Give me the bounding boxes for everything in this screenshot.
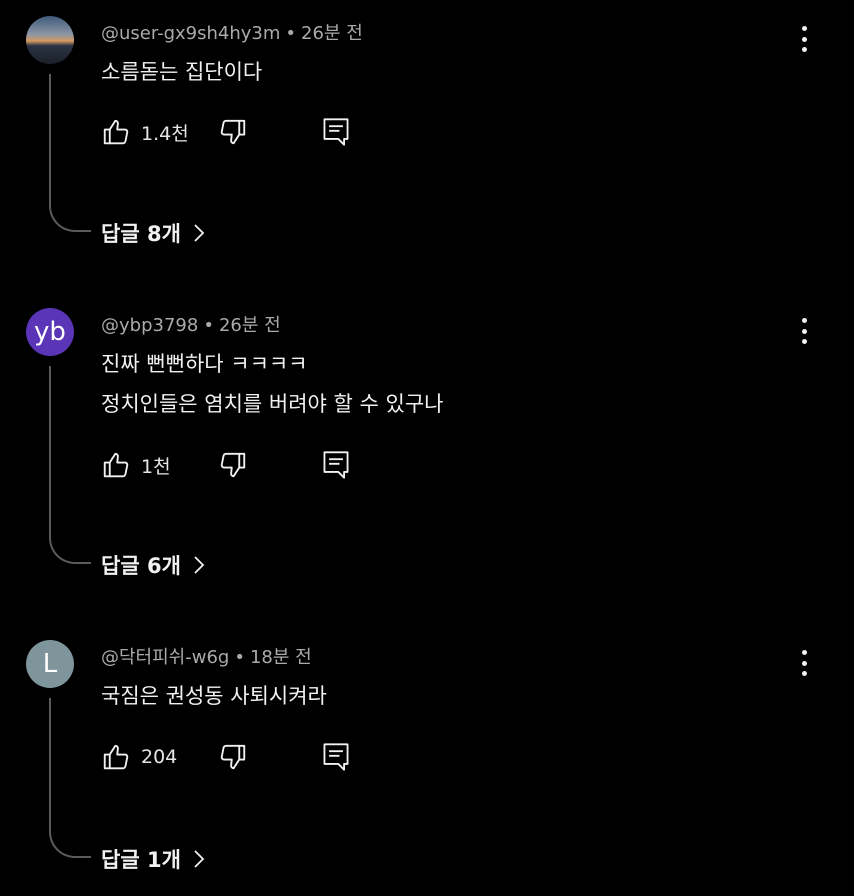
reply-button[interactable]: [322, 742, 350, 772]
author-name[interactable]: @닥터피쉬-w6g: [101, 647, 229, 668]
comment-meta: @ybp3798 • 26분 전: [101, 311, 281, 337]
dislike-button[interactable]: [218, 450, 248, 480]
like-count: 1천: [141, 455, 171, 478]
thumbs-down-icon: [220, 119, 246, 145]
comment-meta: @닥터피쉬-w6g • 18분 전: [101, 643, 312, 669]
comment-text: 소름돋는 집단이다: [101, 60, 263, 84]
timestamp: 18분 전: [249, 647, 312, 668]
avatar[interactable]: L: [26, 640, 74, 688]
thumbs-up-icon: [103, 744, 129, 770]
chevron-right-icon: [194, 850, 205, 868]
like-button[interactable]: 1천: [101, 450, 171, 480]
comment-text-line-1: 진짜 뻔뻔하다 ㅋㅋㅋㅋ: [101, 352, 308, 376]
more-vertical-icon: [801, 650, 807, 655]
author-name[interactable]: @ybp3798: [101, 315, 198, 336]
more-vertical-icon-dot: [801, 36, 807, 42]
thread-line: [49, 74, 91, 232]
more-vertical-icon-dot: [801, 660, 807, 666]
chevron-right-icon: [194, 556, 205, 574]
more-vertical-icon-dot: [801, 328, 807, 334]
avatar-initials: L: [42, 649, 58, 679]
replies-link[interactable]: 답글 8개: [101, 218, 205, 248]
thumbs-up-icon: [103, 119, 129, 145]
avatar[interactable]: [26, 16, 74, 64]
replies-link[interactable]: 답글 1개: [101, 844, 205, 874]
comment-meta: @user-gx9sh4hy3m • 26분 전: [101, 19, 363, 45]
reply-button[interactable]: [322, 117, 350, 147]
more-options-button[interactable]: [792, 26, 816, 52]
more-vertical-icon-dot: [801, 47, 807, 52]
more-vertical-icon: [801, 26, 807, 31]
more-vertical-icon: [801, 318, 807, 323]
comment-text-line-2: 정치인들은 염치를 버려야 할 수 있구나: [101, 392, 444, 416]
separator-dot: •: [203, 315, 214, 336]
comment-text: 국짐은 권성동 사퇴시켜라: [101, 684, 327, 708]
more-vertical-icon-dot: [801, 339, 807, 344]
like-count: 1.4천: [141, 122, 189, 145]
comment-reply-icon: [323, 451, 349, 479]
replies-label: 답글 6개: [101, 554, 181, 578]
more-vertical-icon-dot: [801, 671, 807, 676]
comment-reply-icon: [323, 743, 349, 771]
reply-button[interactable]: [322, 450, 350, 480]
timestamp: 26분 전: [301, 23, 363, 44]
replies-label: 답글 8개: [101, 222, 181, 246]
replies-link[interactable]: 답글 6개: [101, 550, 205, 580]
like-button[interactable]: 1.4천: [101, 117, 189, 147]
replies-label: 답글 1개: [101, 848, 181, 872]
comment-reply-icon: [323, 118, 349, 146]
thumbs-down-icon: [220, 744, 246, 770]
dislike-button[interactable]: [218, 117, 248, 147]
avatar[interactable]: yb: [26, 308, 74, 356]
separator-dot: •: [285, 23, 297, 44]
thread-line: [49, 366, 91, 564]
thumbs-down-icon: [220, 452, 246, 478]
more-options-button[interactable]: [792, 318, 816, 344]
dislike-button[interactable]: [218, 742, 248, 772]
separator-dot: •: [234, 647, 245, 668]
thread-line: [49, 698, 91, 858]
like-count: 204: [141, 746, 178, 768]
thumbs-up-icon: [103, 452, 129, 478]
author-name[interactable]: @user-gx9sh4hy3m: [101, 23, 280, 44]
like-button[interactable]: 204: [101, 742, 177, 772]
avatar-initials: yb: [34, 317, 66, 347]
chevron-right-icon: [194, 224, 205, 242]
timestamp: 26분 전: [218, 315, 281, 336]
more-options-button[interactable]: [792, 650, 816, 676]
